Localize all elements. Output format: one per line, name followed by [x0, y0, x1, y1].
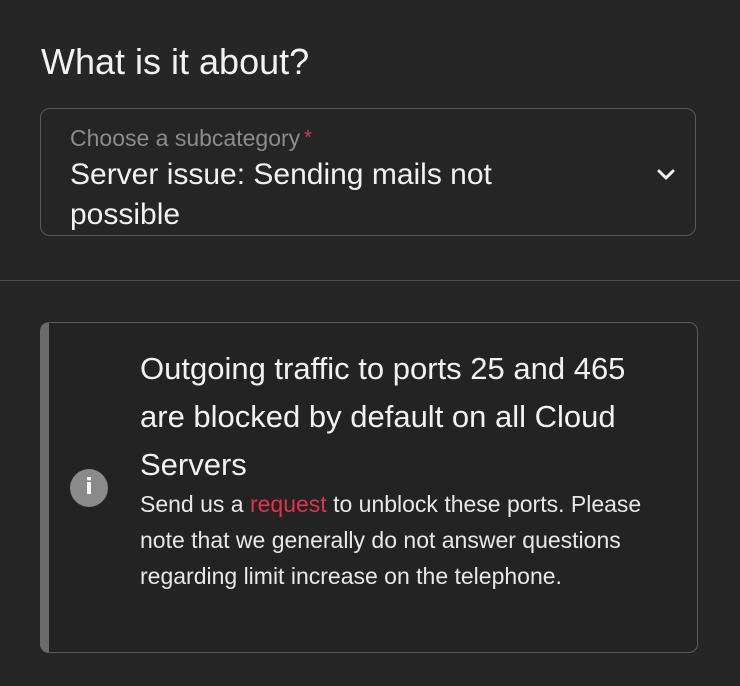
request-link[interactable]: request [250, 491, 327, 517]
page-heading: What is it about? [41, 41, 310, 82]
notice-body-text-before: Send us a [140, 491, 250, 517]
subcategory-select-label-text: Choose a subcategory [70, 125, 301, 151]
info-notice: i Outgoing traffic to ports 25 and 465 a… [40, 322, 698, 653]
notice-title: Outgoing traffic to ports 25 and 465 are… [140, 351, 626, 482]
subcategory-select-label: Choose a subcategory * [70, 123, 312, 153]
info-icon: i [70, 469, 108, 507]
section-divider [0, 280, 740, 281]
chevron-down-icon[interactable] [655, 163, 677, 185]
subcategory-select-value: Server issue: Sending mails not possible [70, 158, 492, 231]
subcategory-select[interactable]: Choose a subcategory * Server issue: Send… [40, 108, 696, 236]
required-marker: * [304, 127, 312, 149]
notice-body: Send us a request to unblock these ports… [140, 486, 660, 594]
